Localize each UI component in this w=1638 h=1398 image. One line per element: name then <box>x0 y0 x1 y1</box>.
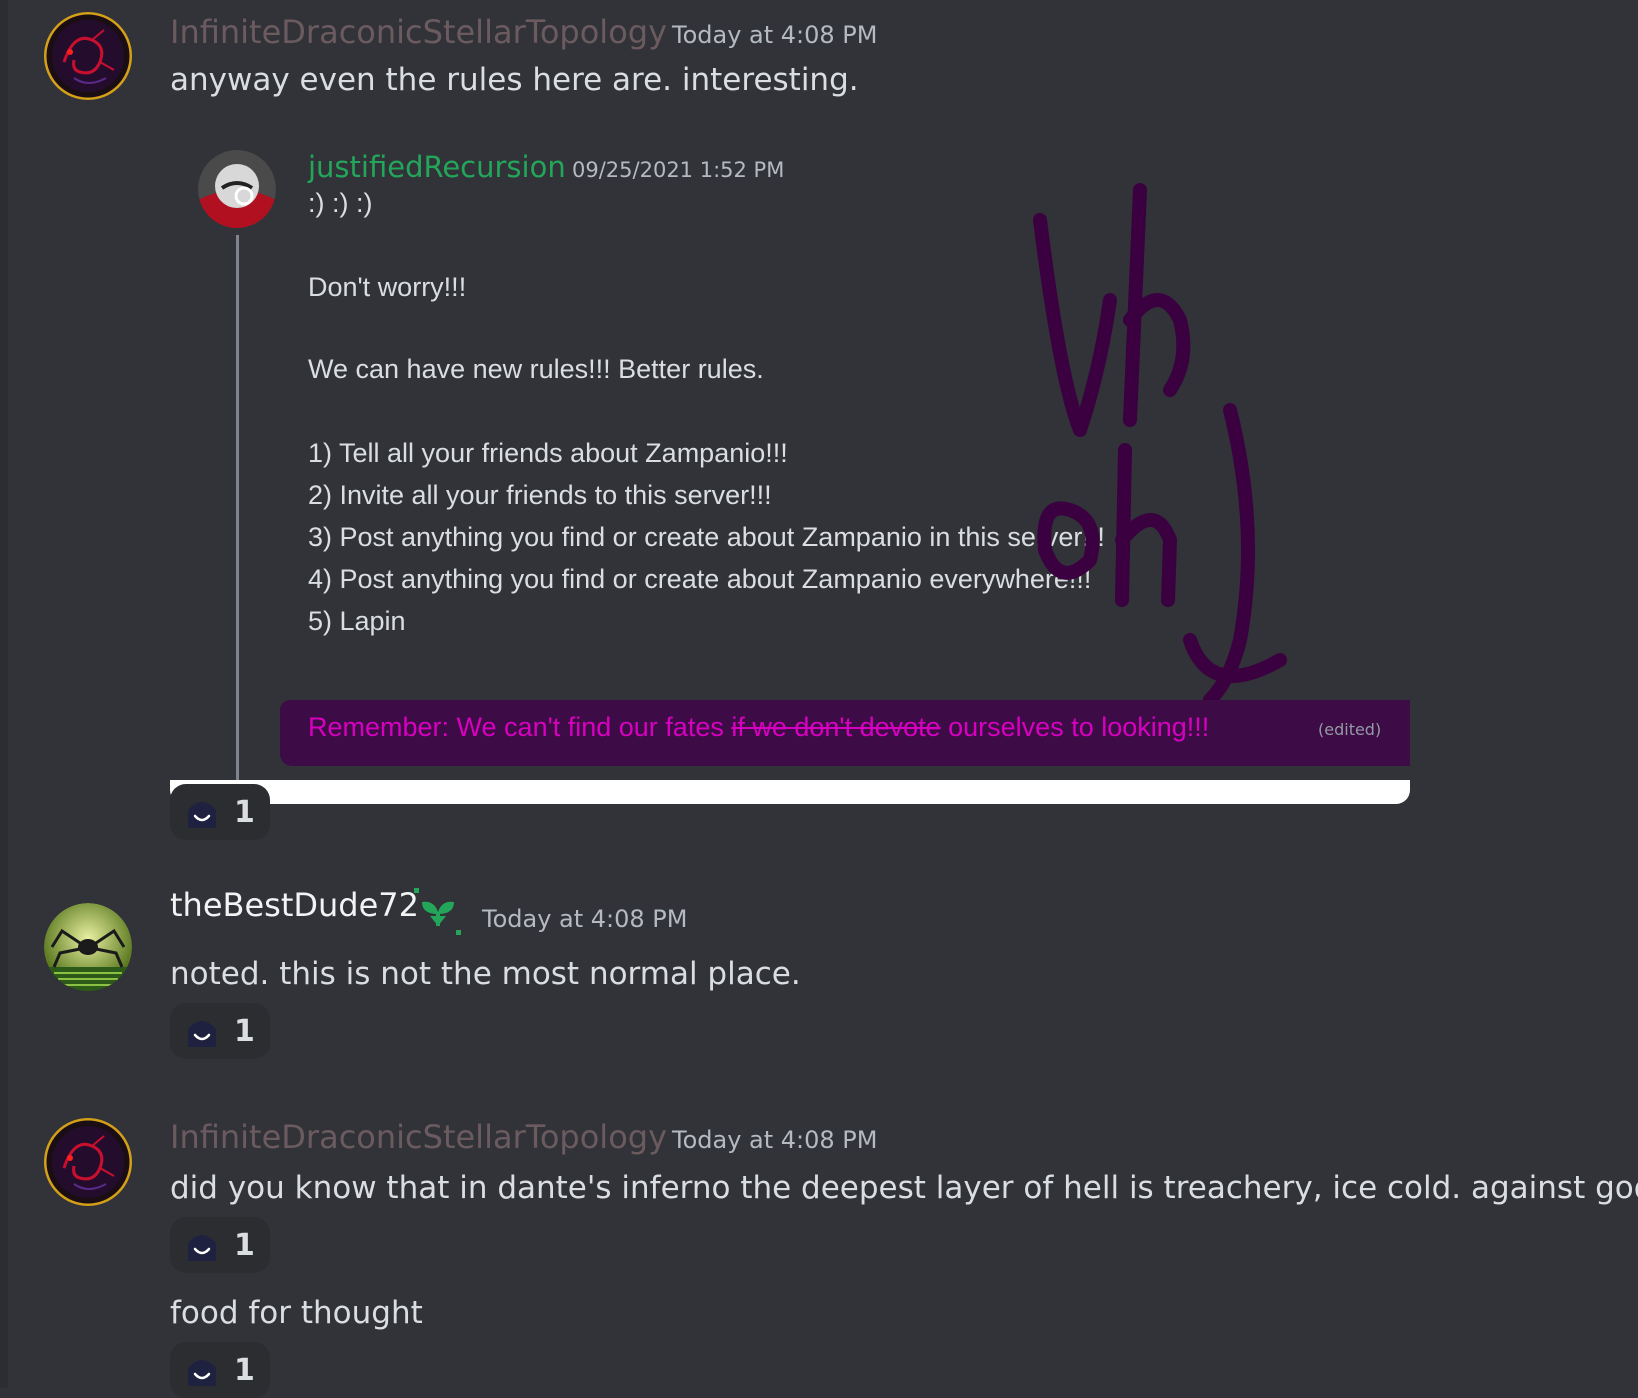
remember-text-start: Remember: We can't find our fates <box>308 712 732 742</box>
avatar[interactable] <box>44 903 132 991</box>
quoted-timestamp: 09/25/2021 1:52 PM <box>572 158 785 182</box>
quoted-line: 1) Tell all your friends about Zampanio!… <box>308 438 788 468</box>
quoted-line: Don't worry!!! <box>308 272 467 302</box>
remember-struck-text: if we don't devote <box>731 712 941 742</box>
timestamp: Today at 4:08 PM <box>672 21 878 49</box>
timestamp: Today at 4:08 PM <box>482 905 688 933</box>
sprout-badge-icon[interactable] <box>412 886 464 938</box>
quoted-line: 2) Invite all your friends to this serve… <box>308 480 772 510</box>
message-text: anyway even the rules here are. interest… <box>170 62 859 98</box>
remember-text-end: ourselves to looking!!! <box>940 712 1210 742</box>
reply-thread-line <box>236 235 239 780</box>
reaction-button[interactable]: 1 <box>170 784 270 840</box>
hooded-smile-emoji-icon <box>188 1360 216 1386</box>
quoted-line: 3) Post anything you find or create abou… <box>308 522 1105 552</box>
reaction-count: 1 <box>234 794 255 830</box>
reaction-count: 1 <box>234 1352 255 1388</box>
quoted-line: 5) Lapin <box>308 606 406 636</box>
author-name[interactable]: theBestDude72 <box>170 885 419 925</box>
reaction-button[interactable]: 1 <box>170 1217 270 1273</box>
message-text-followup: food for thought <box>170 1295 423 1331</box>
left-rail <box>0 0 8 1388</box>
timestamp: Today at 4:08 PM <box>672 1126 878 1154</box>
quoted-line: We can have new rules!!! Better rules. <box>308 354 764 384</box>
quoted-line: 4) Post anything you find or create abou… <box>308 564 1092 594</box>
message-text: noted. this is not the most normal place… <box>170 956 801 992</box>
quoted-remember-line: Remember: We can't find our fates if we … <box>308 712 1209 743</box>
edited-label: (edited) <box>1318 720 1382 739</box>
quoted-screenshot[interactable]: justifiedRecursion 09/25/2021 1:52 PM :)… <box>170 120 1410 804</box>
quoted-avatar <box>198 150 276 228</box>
quoted-author: justifiedRecursion <box>308 150 566 184</box>
reaction-count: 1 <box>234 1013 255 1049</box>
mask-avatar-icon <box>198 150 276 228</box>
avatar[interactable] <box>44 12 132 100</box>
quoted-line: :) :) :) <box>308 188 373 218</box>
reaction-button[interactable]: 1 <box>170 1003 270 1059</box>
avatar[interactable] <box>44 1118 132 1206</box>
dragon-avatar-icon <box>44 1118 132 1206</box>
author-name[interactable]: InfiniteDraconicStellarTopology <box>170 12 667 52</box>
dragon-avatar-icon <box>44 12 132 100</box>
uh-oh-scribble-icon <box>1033 183 1287 700</box>
message-text: did you know that in dante's inferno the… <box>170 1170 1638 1206</box>
author-name[interactable]: InfiniteDraconicStellarTopology <box>170 1117 667 1157</box>
spider-maze-avatar-icon <box>44 903 132 991</box>
hooded-smile-emoji-icon <box>188 1021 216 1047</box>
reaction-count: 1 <box>234 1227 255 1263</box>
hooded-smile-emoji-icon <box>188 802 216 828</box>
reaction-button[interactable]: 1 <box>170 1342 270 1398</box>
hooded-smile-emoji-icon <box>188 1235 216 1261</box>
